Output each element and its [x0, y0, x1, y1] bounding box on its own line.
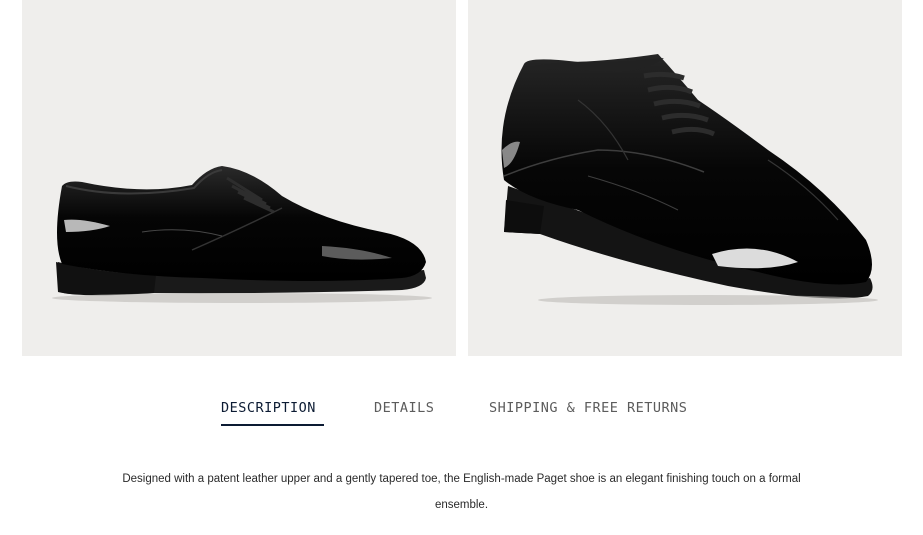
- product-image-side-view[interactable]: [22, 0, 456, 356]
- tab-shipping-free-returns[interactable]: SHIPPING & FREE RETURNS: [489, 398, 687, 424]
- product-gallery: [0, 0, 923, 356]
- product-image-three-quarter-view[interactable]: [468, 0, 902, 356]
- product-info-tabs: DESCRIPTION DETAILS SHIPPING & FREE RETU…: [0, 398, 923, 428]
- tab-details[interactable]: DETAILS: [374, 398, 434, 424]
- shoe-angle-illustration: [501, 54, 878, 305]
- shoe-side-illustration: [52, 166, 432, 303]
- tab-description[interactable]: DESCRIPTION: [221, 398, 324, 426]
- product-description: Designed with a patent leather upper and…: [122, 472, 801, 511]
